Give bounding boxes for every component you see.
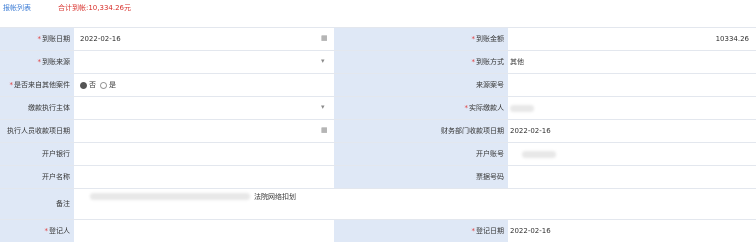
top-bar: 报帐列表 合计到帐:10,334.26元 [0,0,756,20]
redacted-value [90,193,250,200]
arrival-date-field[interactable]: 2022-02-16 ▦ [74,28,334,50]
radio-no-label: 否 [89,81,96,89]
other-case-radio-group[interactable]: 否 是 [74,74,334,96]
form-row: * 是否来自其他案件 否 是 来源案号 [0,73,756,96]
arrival-date-label: * 到账日期 [0,28,74,50]
remarks-field[interactable]: 法院网络扣划 [74,189,753,219]
form-row: * 到账日期 2022-02-16 ▦ * 到账金额 10334.26 [0,27,756,50]
form-row: 缴款执行主体 ▾ * 实际缴款人 [0,96,756,119]
arrival-method-field[interactable]: 其他 [508,51,753,73]
account-no-field[interactable] [508,143,753,165]
source-case-label: 来源案号 [334,74,508,96]
arrival-amount-label: * 到账金额 [334,28,508,50]
list-link[interactable]: 报帐列表 [3,3,31,13]
bank-label: 开户银行 [0,143,74,165]
bill-no-label: 票据号码 [334,166,508,188]
executor-date-field[interactable]: ▦ [74,120,334,142]
collection-subject-select[interactable]: ▾ [74,97,334,119]
actual-payer-label: * 实际缴款人 [334,97,508,119]
account-no-label: 开户账号 [334,143,508,165]
form-row: 开户名称 票据号码 [0,165,756,188]
radio-yes-label: 是 [109,81,116,89]
calendar-icon[interactable]: ▦ [321,126,328,134]
chevron-down-icon[interactable]: ▾ [321,57,325,65]
total-amount: 合计到帐:10,334.26元 [58,4,131,12]
register-date-field[interactable]: 2022-02-16 [508,220,753,242]
remarks-label: 备注 [0,189,74,219]
account-name-label: 开户名称 [0,166,74,188]
calendar-icon[interactable]: ▦ [321,34,328,42]
form-row: 执行人员收款项日期 ▦ 财务部门收款项日期 2022-02-16 [0,119,756,142]
register-date-label: * 登记日期 [334,220,508,242]
form-row: 开户银行 开户账号 [0,142,756,165]
executor-date-label: 执行人员收款项日期 [0,120,74,142]
radio-no[interactable] [80,81,87,89]
account-name-field[interactable] [74,166,334,188]
form-row: * 到账来源 ▾ * 到账方式 其他 [0,50,756,73]
bill-no-field[interactable] [508,166,753,188]
arrival-source-label: * 到账来源 [0,51,74,73]
finance-date-field[interactable]: 2022-02-16 [508,120,753,142]
arrival-amount-field[interactable]: 10334.26 [508,28,753,50]
arrival-source-select[interactable]: ▾ [74,51,334,73]
actual-payer-field[interactable] [508,97,753,119]
registrant-label: * 登记人 [0,220,74,242]
source-case-field[interactable] [508,74,753,96]
collection-subject-label: 缴款执行主体 [0,97,74,119]
form-row: * 登记人 * 登记日期 2022-02-16 [0,219,756,242]
bank-field[interactable] [74,143,334,165]
registrant-field[interactable] [74,220,334,242]
form-row: 备注 法院网络扣划 [0,188,756,219]
redacted-value [522,150,556,158]
arrival-method-label: * 到账方式 [334,51,508,73]
radio-yes[interactable] [100,81,107,89]
chevron-down-icon[interactable]: ▾ [321,103,325,111]
redacted-value [510,104,534,112]
finance-date-label: 财务部门收款项日期 [334,120,508,142]
other-case-label: * 是否来自其他案件 [0,74,74,96]
